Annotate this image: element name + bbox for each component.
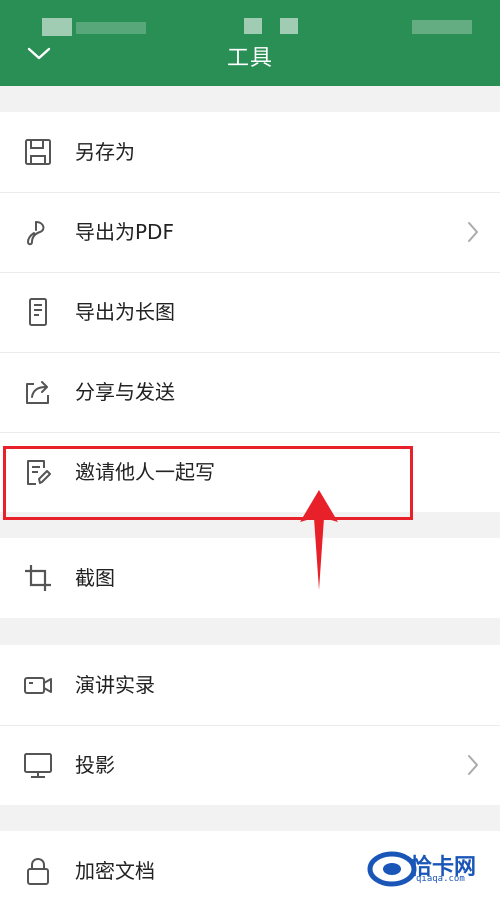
video-record-icon	[24, 677, 52, 694]
share-icon	[26, 381, 49, 404]
menu-item-speech-record[interactable]: 演讲实录	[0, 645, 500, 725]
menu-item-label: 投影	[75, 753, 115, 777]
menu-item-label: 导出为PDF	[75, 220, 174, 244]
menu-item-label: 加密文档	[75, 859, 155, 883]
menu-item-label: 演讲实录	[75, 673, 155, 697]
status-bar-blur	[244, 18, 262, 34]
red-arrow-icon	[300, 490, 338, 590]
projection-icon	[24, 753, 52, 778]
status-bar-blur	[42, 18, 72, 36]
crop-icon	[25, 565, 51, 591]
lock-icon	[27, 857, 49, 885]
menu-item-save-as[interactable]: 另存为	[0, 112, 500, 192]
menu-item-label: 截图	[75, 566, 115, 590]
menu-group-presentation: 演讲实录 投影	[0, 645, 500, 805]
save-icon	[25, 139, 51, 165]
app-header: 工具	[0, 0, 500, 86]
menu-item-share-send[interactable]: 分享与发送	[0, 352, 500, 432]
status-bar-blur	[76, 22, 146, 34]
chevron-right-icon	[468, 755, 478, 775]
pdf-export-icon	[26, 221, 45, 246]
menu-item-label: 导出为长图	[75, 300, 175, 324]
menu-item-projection[interactable]: 投影	[0, 725, 500, 805]
highlight-box	[3, 446, 413, 520]
status-bar-blur	[280, 18, 298, 34]
menu-item-crop[interactable]: 截图	[0, 538, 500, 618]
chevron-right-icon	[468, 222, 478, 242]
menu-group-screenshot: 截图	[0, 538, 500, 618]
menu-item-export-pdf[interactable]: 导出为PDF	[0, 192, 500, 272]
watermark-url: qiaqa.com	[416, 874, 465, 884]
menu-item-label: 分享与发送	[75, 380, 175, 404]
status-bar-blur	[412, 20, 472, 34]
menu-item-export-long-image[interactable]: 导出为长图	[0, 272, 500, 352]
menu-item-label: 另存为	[75, 140, 135, 164]
long-image-icon	[29, 298, 47, 326]
page-title: 工具	[226, 46, 273, 71]
